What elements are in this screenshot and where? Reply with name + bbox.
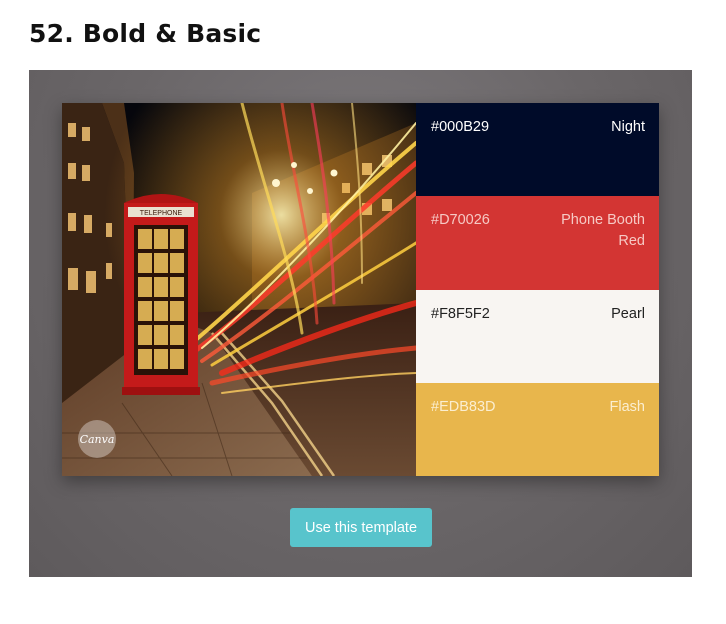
london-street-night-image: TELEPHONE: [62, 103, 416, 476]
swatch-hex: #000B29: [431, 119, 490, 135]
swatch-name: Phone Booth Red: [561, 212, 645, 250]
swatch-phone-booth-red: #D70026 Phone Booth Red: [416, 196, 659, 290]
swatch-hex: #F8F5F2: [431, 305, 490, 322]
swatch-hex: #EDB83D: [431, 398, 496, 415]
swatch-pearl: #F8F5F2 Pearl: [416, 289, 659, 383]
swatch-night: #000B29 Night: [416, 103, 659, 197]
palette-card[interactable]: TELEPHONE Canva #000B29 Night #D70026 Ph…: [62, 103, 659, 476]
template-preview-panel: TELEPHONE Canva #000B29 Night #D70026 Ph…: [29, 70, 692, 577]
swatch-name: Night: [611, 119, 645, 135]
use-template-button[interactable]: Use this template: [290, 508, 432, 547]
swatch-name: Pearl: [611, 305, 645, 322]
street-photo: TELEPHONE Canva: [62, 103, 416, 476]
canva-logo-badge: Canva: [78, 420, 116, 458]
swatch-name: Flash: [609, 398, 645, 415]
telephone-sign: TELEPHONE: [140, 210, 183, 217]
swatch-hex: #D70026: [431, 212, 490, 229]
phone-booth-shape: TELEPHONE: [122, 194, 200, 395]
color-swatches: #000B29 Night #D70026 Phone Booth Red #F…: [416, 103, 659, 476]
swatch-flash: #EDB83D Flash: [416, 382, 659, 476]
page-title: 52. Bold & Basic: [29, 19, 262, 48]
